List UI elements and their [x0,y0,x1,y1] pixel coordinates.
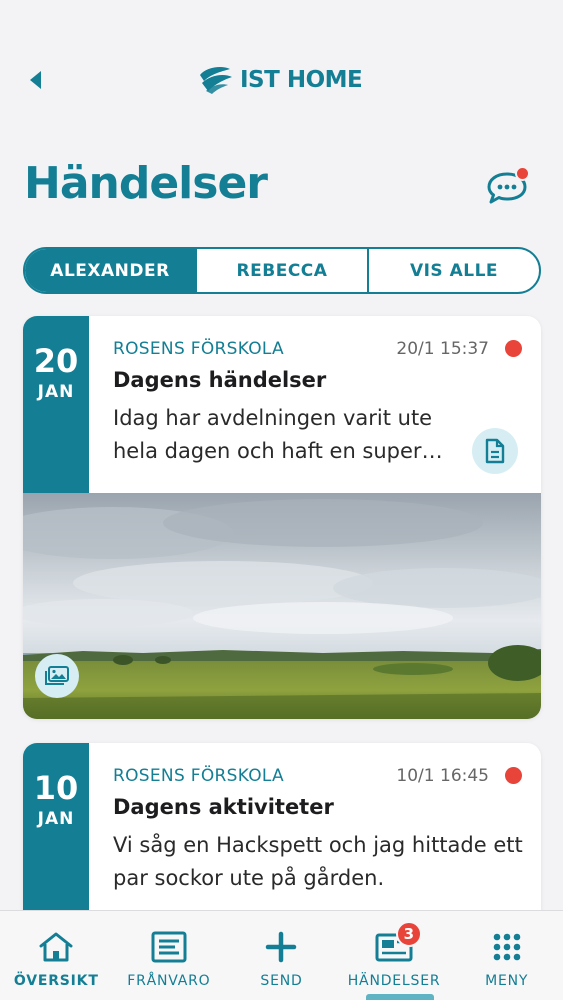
logo-mark-icon [200,67,232,94]
event-title: Dagens händelser [113,368,327,392]
tab-absence[interactable]: FRÅNVARO [113,911,226,1000]
event-title: Dagens aktiviteter [113,795,334,819]
attachment-photo-button[interactable] [35,654,79,698]
event-preview: Vi såg en Hackspett och jag hittade ett … [113,833,523,890]
chevron-left-icon [30,71,41,89]
tab-label: SEND [260,973,303,989]
tab-label: HÄNDELSER [347,973,441,989]
event-photo[interactable] [23,493,541,719]
active-tab-indicator [365,994,434,1000]
unread-dot [505,340,522,357]
event-month: JAN [37,382,75,402]
gallery-icon [45,666,69,685]
back-button[interactable] [26,68,46,92]
messages-button[interactable] [486,166,532,208]
event-time: 10/1 16:45 [396,766,489,786]
attachment-document-button[interactable] [472,428,518,474]
tab-menu[interactable]: MENY [450,911,563,1000]
bottom-tab-bar: ÖVERSIKT FRÅNVARO SEND 3 HÄNDELSER MENY [0,910,563,1000]
filter-rebecca[interactable]: REBECCA [195,249,367,292]
notification-dot [515,166,530,181]
tab-send[interactable]: SEND [225,911,338,1000]
logo-text: IST HOME [240,67,363,93]
child-filter: ALEXANDER REBECCA VIS ALLE [23,247,541,294]
filter-alexander[interactable]: ALEXANDER [25,249,195,292]
event-day: 20 [33,342,79,380]
event-date: 20 JAN [23,316,89,493]
page-title: Händelser [24,158,268,209]
grid-icon [493,933,520,961]
tab-overview[interactable]: ÖVERSIKT [0,911,113,1000]
top-bar: IST HOME [0,0,563,150]
event-preview: Idag har avdelningen varit ute hela dage… [113,406,443,463]
event-school: ROSENS FÖRSKOLA [113,339,284,359]
event-time: 20/1 15:37 [396,339,489,359]
event-day: 10 [33,769,79,807]
notification-badge: 3 [395,921,422,947]
form-icon [151,931,187,963]
filter-show-all[interactable]: VIS ALLE [367,249,539,292]
tab-events[interactable]: 3 HÄNDELSER [338,911,451,1000]
document-icon [485,438,505,464]
event-month: JAN [37,809,75,829]
event-school: ROSENS FÖRSKOLA [113,766,284,786]
app-logo: IST HOME [196,62,363,98]
plus-icon [266,931,297,963]
tab-label: FRÅNVARO [127,973,211,989]
tab-label: MENY [485,973,529,989]
home-icon [39,932,73,962]
event-card[interactable]: 20 JAN ROSENS FÖRSKOLA 20/1 15:37 Dagens… [23,316,541,719]
unread-dot [505,767,522,784]
tab-label: ÖVERSIKT [13,973,99,989]
